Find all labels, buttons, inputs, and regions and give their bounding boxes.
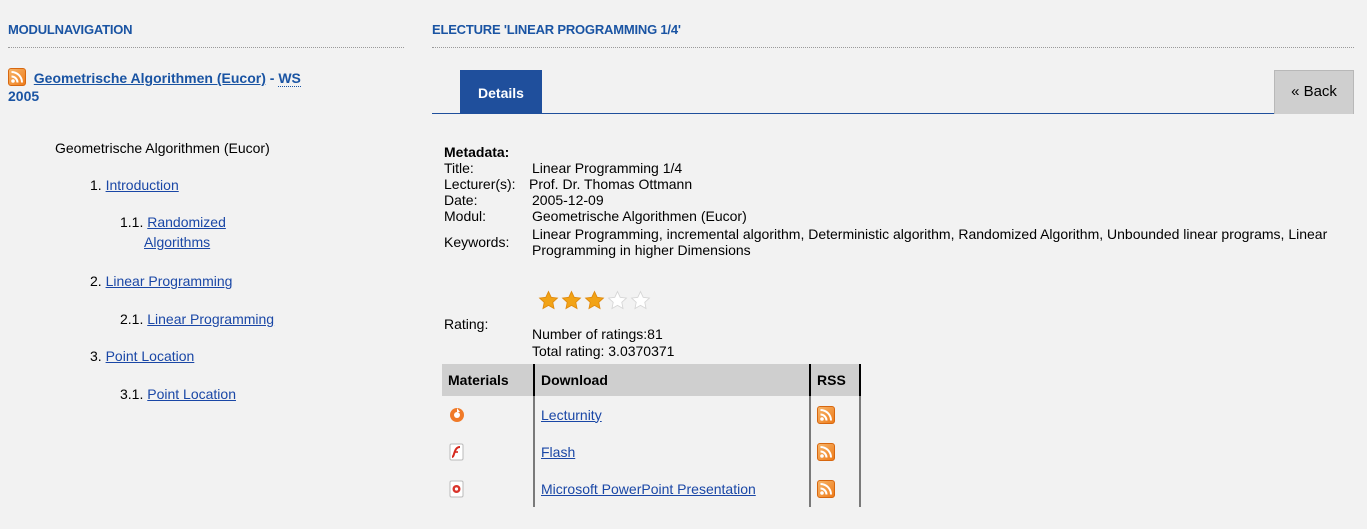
lecture-panel: ELECTURE 'LINEAR PROGRAMMING 1/4' Detail… <box>432 0 1360 529</box>
rating-stars[interactable] <box>538 290 653 314</box>
materials-header-row: Materials Download RSS <box>442 364 861 396</box>
module-semester-link[interactable]: WS <box>278 70 301 87</box>
metadata-label: Metadata: <box>444 144 510 160</box>
tree-item-linear-programming: 2. Linear Programming <box>90 273 233 289</box>
back-button[interactable]: « Back <box>1274 70 1354 114</box>
star-empty-icon[interactable] <box>630 290 651 314</box>
tree-item-linear-programming-sub: 2.1. Linear Programming <box>120 311 275 327</box>
module-title: Geometrische Algorithmen (Eucor) - WS 20… <box>8 68 404 105</box>
tree-item-point-location-sub: 3.1. Point Location <box>120 386 236 402</box>
tab-details[interactable]: Details <box>460 70 542 114</box>
powerpoint-icon <box>448 480 466 498</box>
meta-keywords-row: Keywords: Linear Programming, incrementa… <box>444 226 1354 260</box>
meta-date-key: Date: <box>444 192 478 208</box>
table-row: Microsoft PowerPoint Presentation <box>442 470 861 507</box>
meta-modul-value: Geometrische Algorithmen (Eucor) <box>532 208 747 224</box>
col-materials: Materials <box>442 364 534 396</box>
col-download: Download <box>533 364 811 396</box>
tree-link-randomized[interactable]: Randomized <box>147 214 226 230</box>
meta-keywords-key: Keywords: <box>444 234 510 250</box>
meta-lecturer-key: Lecturer(s): <box>444 176 516 192</box>
tab-bar: Details « Back <box>432 70 1354 114</box>
download-powerpoint-link[interactable]: Microsoft PowerPoint Presentation <box>541 481 756 497</box>
rss-icon[interactable] <box>817 442 835 461</box>
materials-table: Materials Download RSS Lecturnity Flash … <box>442 364 861 507</box>
module-sep: - <box>265 70 279 86</box>
tree-root: Geometrische Algorithmen (Eucor) <box>55 140 270 156</box>
rss-icon[interactable] <box>8 68 26 86</box>
module-year: 2005 <box>8 88 40 104</box>
tree-item-point-location: 3. Point Location <box>90 348 195 364</box>
tree-item-randomized-cont: Algorithms <box>144 234 210 250</box>
tree-link-point-location[interactable]: Point Location <box>106 348 195 364</box>
table-row: Lecturnity <box>442 396 861 433</box>
tree-link-point-location-sub[interactable]: Point Location <box>147 386 236 402</box>
meta-lecturer-value: Prof. Dr. Thomas Ottmann <box>529 176 693 192</box>
table-row: Flash <box>442 433 861 470</box>
star-filled-icon[interactable] <box>584 290 605 314</box>
lecture-heading: ELECTURE 'LINEAR PROGRAMMING 1/4' <box>432 0 1354 48</box>
tree-link-linear-programming-sub[interactable]: Linear Programming <box>147 311 274 327</box>
download-lecturnity-link[interactable]: Lecturnity <box>541 407 602 423</box>
star-filled-icon[interactable] <box>538 290 559 314</box>
rating-count: Number of ratings:81 <box>532 326 663 342</box>
rating-total: Total rating: 3.0370371 <box>532 343 675 359</box>
tree-link-randomized-algorithms[interactable]: Algorithms <box>144 234 210 250</box>
tree-link-linear-programming[interactable]: Linear Programming <box>106 273 233 289</box>
module-link[interactable]: Geometrische Algorithmen (Eucor) <box>34 70 266 86</box>
meta-title-key: Title: <box>444 160 474 176</box>
col-rss: RSS <box>810 364 861 396</box>
meta-rating-key: Rating: <box>444 316 489 332</box>
module-navigation-heading: MODULNAVIGATION <box>8 0 404 48</box>
tree-link-introduction[interactable]: Introduction <box>106 177 179 193</box>
rss-icon[interactable] <box>817 405 835 424</box>
flash-icon <box>448 443 466 461</box>
meta-title-value: Linear Programming 1/4 <box>532 160 683 176</box>
download-flash-link[interactable]: Flash <box>541 444 575 460</box>
rss-icon[interactable] <box>817 479 835 498</box>
module-navigation-panel: MODULNAVIGATION Geometrische Algorithmen… <box>8 0 404 529</box>
meta-keywords-value: Linear Programming, incremental algorith… <box>532 226 1328 258</box>
tree-item-introduction: 1. Introduction <box>90 177 179 193</box>
star-filled-icon[interactable] <box>561 290 582 314</box>
tree-item-randomized: 1.1. Randomized <box>120 214 226 230</box>
meta-modul-key: Modul: <box>444 208 487 224</box>
lecturnity-icon <box>448 406 466 424</box>
meta-date-value: 2005-12-09 <box>532 192 604 208</box>
star-empty-icon[interactable] <box>607 290 628 314</box>
